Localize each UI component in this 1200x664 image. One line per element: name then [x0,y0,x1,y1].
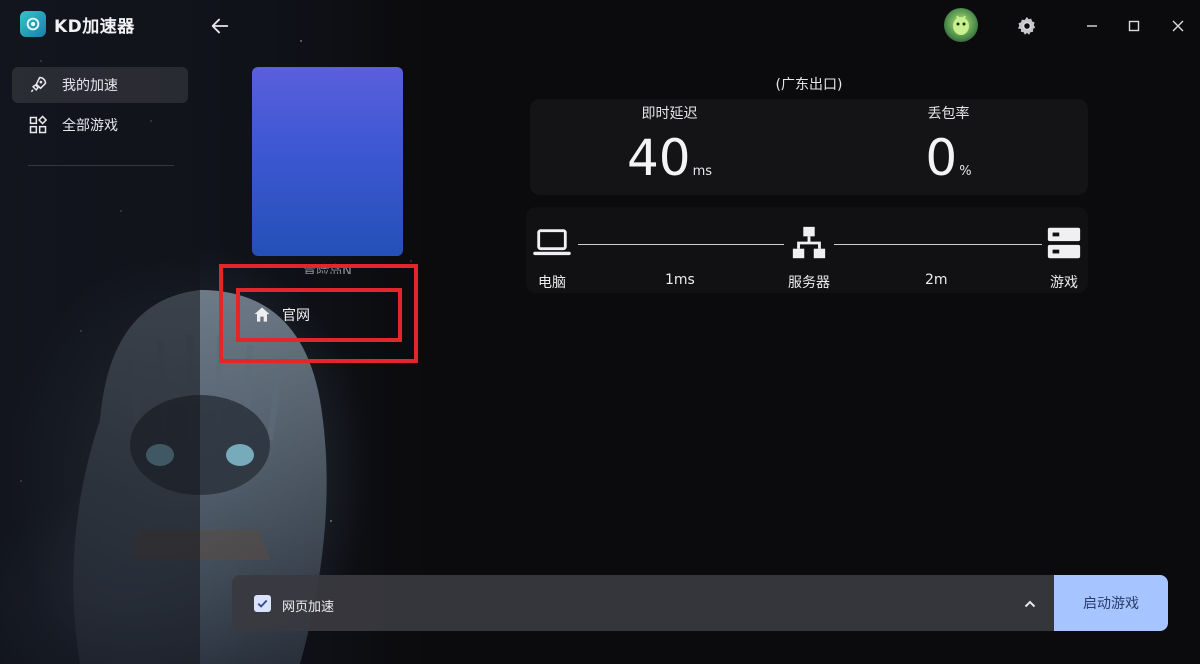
packet-loss-label: 丢包率 [927,106,970,122]
route-node-pc: 电脑 [528,224,576,292]
route-node-server-label: 服务器 [788,275,830,291]
official-site-link[interactable]: 官网 [236,288,402,342]
packet-loss-stat: 丢包率 0 % [809,99,1088,195]
route-line-pc-server [578,244,784,245]
sidebar-divider [28,165,174,166]
route-node-game-label: 游戏 [1050,275,1078,291]
route-node-server: 服务器 [778,224,840,292]
minimize-button[interactable] [1078,12,1106,40]
settings-button[interactable] [1013,12,1041,40]
official-site-label: 官网 [282,308,310,324]
sidebar: KD加速器 我的加速 全部游戏 [0,0,200,664]
network-tree-icon [792,226,826,259]
maximize-button[interactable] [1120,12,1148,40]
route-node-pc-label: 电脑 [538,275,566,291]
web-acceleration-checkbox[interactable] [254,595,271,612]
app-title: KD加速器 [54,16,135,37]
latency-unit: ms [692,164,713,179]
packet-loss-unit: % [959,164,972,179]
sidebar-item-label: 我的加速 [62,78,118,94]
laptop-icon [533,229,571,256]
packet-loss-value: 0 [925,129,958,187]
latency-value: 40 [626,129,691,187]
close-icon [1172,20,1184,32]
home-icon [254,307,270,322]
arrow-left-icon [211,18,229,34]
region-label: (广东出口) [775,77,843,93]
sidebar-item-my-acceleration[interactable]: 我的加速 [12,67,188,103]
launch-game-button[interactable]: 启动游戏 [1054,575,1168,631]
server-rack-icon [1047,227,1081,259]
user-avatar[interactable] [944,8,978,42]
route-latency-pc-server: 1ms [665,272,695,288]
sidebar-item-all-games[interactable]: 全部游戏 [12,107,188,143]
gear-icon [1017,16,1036,35]
game-cover-image[interactable] [252,67,403,256]
maximize-icon [1128,20,1140,32]
app-logo-icon [20,11,46,37]
app-window: KD加速器 我的加速 全部游戏 冒险岛N 官网 (广东出口) 即时延迟 40 m… [0,0,1200,664]
brand: KD加速器 [20,11,135,37]
back-button[interactable] [206,12,234,40]
web-acceleration-label[interactable]: 网页加速 [282,596,334,615]
expand-panel-button[interactable] [1018,592,1042,616]
sidebar-item-label: 全部游戏 [62,118,118,134]
rocket-icon [30,76,47,93]
route-node-game: 游戏 [1040,224,1088,292]
route-line-server-game [834,244,1042,245]
mascot-icon [953,15,969,35]
apps-grid-icon [29,115,48,134]
checkmark-icon [257,599,268,608]
route-latency-server-game: 2m [925,272,948,288]
chevron-up-icon [1024,600,1036,608]
close-button[interactable] [1164,12,1192,40]
latency-label: 即时延迟 [641,106,698,122]
stats-panel: 即时延迟 40 ms 丢包率 0 % [530,99,1088,195]
minimize-icon [1087,25,1097,27]
bottom-bar [232,575,1054,631]
latency-stat: 即时延迟 40 ms [530,99,809,195]
